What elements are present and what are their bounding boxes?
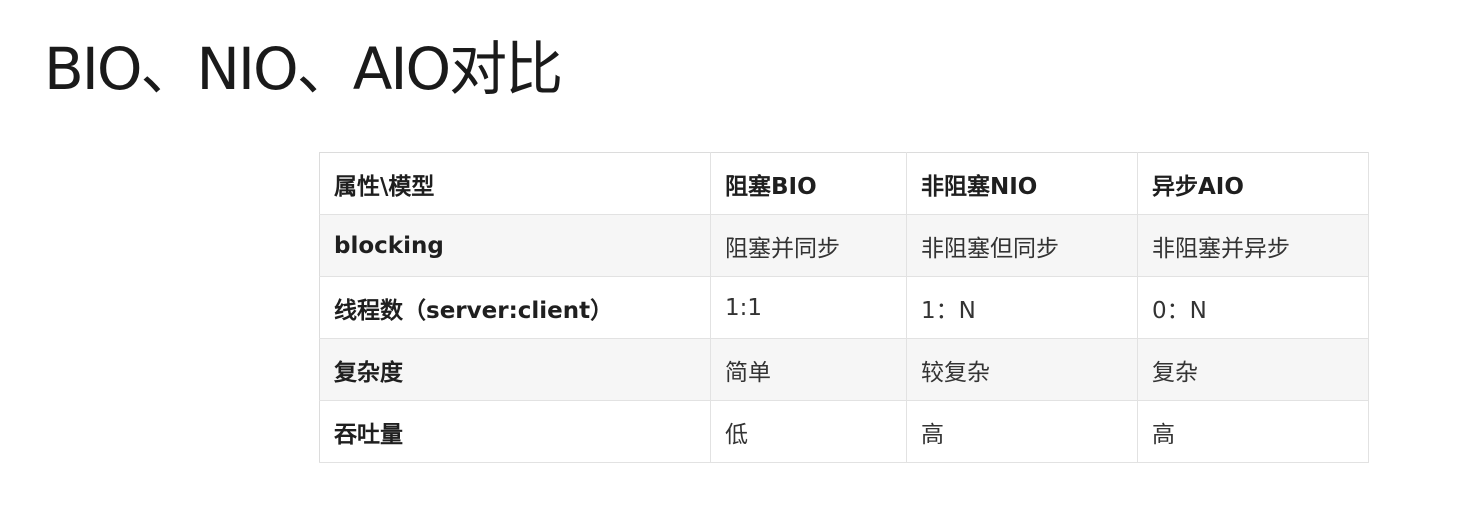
cell-nio-throughput: 高 [906,400,1138,463]
cell-nio-blocking: 非阻塞但同步 [906,214,1138,277]
row-label-blocking: blocking [319,214,711,277]
cell-nio-complexity: 较复杂 [906,338,1138,401]
cell-bio-blocking: 阻塞并同步 [710,214,907,277]
table-row: 线程数（server:client） 1:1 1：N 0：N [319,276,1369,339]
table-row: 复杂度 简单 较复杂 复杂 [319,338,1369,401]
cell-bio-throughput: 低 [710,400,907,463]
table-row: 吞吐量 低 高 高 [319,400,1369,463]
cell-aio-throughput: 高 [1137,400,1369,463]
row-label-complexity: 复杂度 [319,338,711,401]
header-attribute-model: 属性\模型 [319,152,711,215]
header-bio: 阻塞BIO [710,152,907,215]
cell-aio-complexity: 复杂 [1137,338,1369,401]
header-aio: 异步AIO [1137,152,1369,215]
table-header-row: 属性\模型 阻塞BIO 非阻塞NIO 异步AIO [319,152,1369,215]
cell-bio-complexity: 简单 [710,338,907,401]
page-title: BIO、NIO、AIO对比 [44,35,563,103]
comparison-table: 属性\模型 阻塞BIO 非阻塞NIO 异步AIO blocking 阻塞并同步 … [319,152,1369,463]
cell-bio-threads: 1:1 [710,276,907,339]
table-row: blocking 阻塞并同步 非阻塞但同步 非阻塞并异步 [319,214,1369,277]
cell-nio-threads: 1：N [906,276,1138,339]
row-label-threads: 线程数（server:client） [319,276,711,339]
cell-aio-threads: 0：N [1137,276,1369,339]
header-nio: 非阻塞NIO [906,152,1138,215]
row-label-throughput: 吞吐量 [319,400,711,463]
cell-aio-blocking: 非阻塞并异步 [1137,214,1369,277]
